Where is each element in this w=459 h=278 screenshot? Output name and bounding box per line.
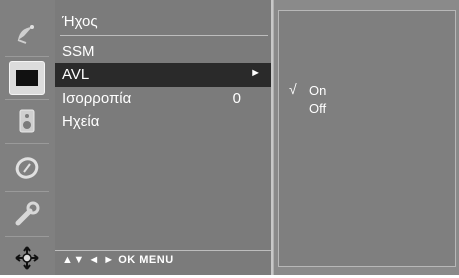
icon-separator	[5, 236, 49, 237]
title-divider	[60, 35, 268, 36]
menu-item-avl[interactable]: AVL ►	[55, 63, 271, 87]
icon-separator	[5, 56, 49, 57]
setup-menu-button[interactable]	[5, 194, 49, 234]
submenu-box: √ On Off	[278, 10, 456, 267]
menu-item-label: AVL	[62, 66, 90, 83]
time-menu-button[interactable]	[5, 148, 49, 188]
icon-separator	[5, 191, 49, 192]
submenu-arrow-icon: ►	[250, 67, 261, 79]
picture-icon	[9, 61, 45, 95]
tv-osd-screen: Ήχος SSM AVL ► Ισορροπία 0 Ηχεία ▲▼ ◄ ► …	[0, 0, 459, 275]
speaker-icon	[10, 105, 44, 137]
satellite-dish-icon	[10, 19, 44, 51]
input-source-icon	[10, 242, 44, 274]
input-menu-button[interactable]	[5, 238, 49, 278]
checkmark-icon: √	[289, 81, 297, 97]
wrench-icon	[10, 198, 44, 230]
menu-item-ssm[interactable]: SSM	[55, 40, 271, 64]
menu-item-speakers[interactable]: Ηχεία	[55, 110, 271, 134]
navigation-hint: ▲▼ ◄ ► OK MENU	[62, 254, 174, 266]
audio-menu-button[interactable]	[5, 101, 49, 141]
menu-icon-column	[0, 0, 55, 275]
avl-submenu-panel: √ On Off	[273, 0, 459, 275]
menu-item-balance[interactable]: Ισορροπία 0	[55, 87, 271, 111]
menu-item-label: SSM	[62, 43, 95, 60]
audio-menu-panel: Ήχος SSM AVL ► Ισορροπία 0 Ηχεία ▲▼ ◄ ► …	[55, 0, 273, 275]
balance-value: 0	[232, 90, 241, 107]
icon-separator	[5, 143, 49, 144]
clock-icon	[10, 152, 44, 184]
footer-divider	[55, 250, 271, 251]
icon-separator	[5, 99, 49, 100]
option-off[interactable]: Off	[309, 101, 326, 116]
picture-menu-button[interactable]	[5, 58, 49, 98]
menu-item-label: Ηχεία	[62, 113, 100, 130]
menu-item-label: Ισορροπία	[62, 90, 132, 107]
menu-title: Ήχος	[62, 13, 98, 30]
option-on[interactable]: On	[309, 83, 326, 98]
channel-menu-button[interactable]	[5, 15, 49, 55]
